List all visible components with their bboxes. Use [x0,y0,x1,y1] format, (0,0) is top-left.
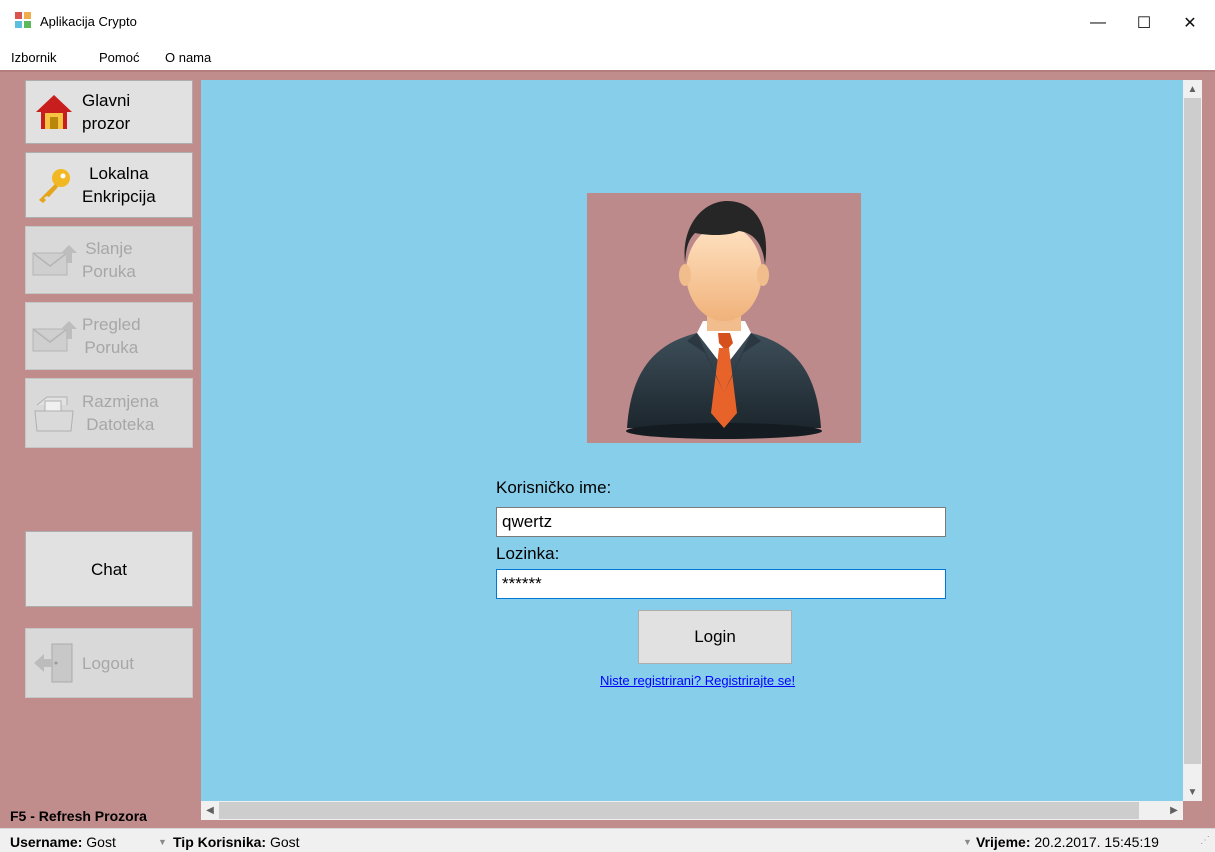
window-title: Aplikacija Crypto [40,14,137,29]
horizontal-scroll-thumb[interactable] [219,802,1139,819]
local-encryption-button[interactable]: Lokalna Enkripcija [25,152,193,218]
user-avatar-icon [587,193,861,443]
send-messages-button[interactable]: Slanje Poruka [25,226,193,294]
app-icon [15,12,31,28]
resize-grip-icon[interactable]: ⋰ [1200,835,1210,846]
view-mail-icon [26,303,82,369]
scroll-left-arrow-icon[interactable]: ◀ [201,801,219,820]
username-label: Korisničko ime: [496,478,612,497]
minimize-button[interactable]: — [1075,0,1121,46]
title-bar: Aplikacija Crypto — ☐ ✕ [0,0,1215,46]
scroll-up-arrow-icon[interactable]: ▲ [1183,80,1202,98]
logout-label: Logout [82,653,134,673]
file-exchange-button[interactable]: Razmjena Datoteka [25,378,193,448]
login-button[interactable]: Login [638,610,792,664]
maximize-button[interactable]: ☐ [1121,0,1167,46]
scroll-right-arrow-icon[interactable]: ▶ [1165,801,1183,820]
status-username-value: Gost [86,834,116,850]
refresh-hint: F5 - Refresh Prozora [10,808,147,824]
view-messages-button[interactable]: Pregled Poruka [25,302,193,370]
chat-button[interactable]: Chat [25,531,193,607]
status-user-type: Tip Korisnika: Gost [173,834,300,850]
username-field[interactable] [496,507,946,537]
logout-button[interactable]: Logout [25,628,193,698]
view-messages-label: Pregled Poruka [82,315,141,357]
status-type-label: Tip Korisnika: [173,834,267,850]
menu-pomoc[interactable]: Pomoć [99,50,139,65]
local-encryption-label: Lokalna Enkripcija [82,164,156,206]
logout-door-icon [26,629,82,697]
register-link[interactable]: Niste registrirani? Registrirajte se! [600,673,795,688]
home-button-label: Glavni prozor [82,91,131,133]
password-label: Lozinka: [496,544,560,563]
menu-o-nama[interactable]: O nama [165,50,211,65]
status-time: Vrijeme: 20.2.2017. 15:45:19 [976,834,1159,850]
dropdown-arrow-icon[interactable]: ▼ [158,837,167,847]
send-mail-icon [26,227,82,293]
menu-bar: Izbornik Pomoć O nama [0,46,1215,70]
menu-izbornik[interactable]: Izbornik [11,50,57,65]
status-time-value: 20.2.2017. 15:45:19 [1034,834,1159,850]
file-exchange-label: Razmjena Datoteka [82,392,159,434]
key-icon [26,153,82,217]
dropdown-arrow-icon[interactable]: ▼ [963,837,972,847]
vertical-scroll-thumb[interactable] [1184,98,1201,764]
close-button[interactable]: ✕ [1167,0,1213,46]
status-username: Username: Gost [10,834,116,850]
home-icon [26,81,82,143]
status-bar: Username: Gost ▼ Tip Korisnika: Gost ▼ V… [0,828,1215,852]
file-exchange-icon [26,379,82,447]
status-type-value: Gost [269,834,300,850]
home-button[interactable]: Glavni prozor [25,80,193,144]
send-messages-label: Slanje Poruka [82,239,136,281]
scroll-down-arrow-icon[interactable]: ▼ [1183,783,1202,801]
chat-label: Chat [91,559,127,579]
status-username-label: Username: [10,834,83,850]
status-time-label: Vrijeme: [976,834,1031,850]
password-field[interactable] [496,569,946,599]
